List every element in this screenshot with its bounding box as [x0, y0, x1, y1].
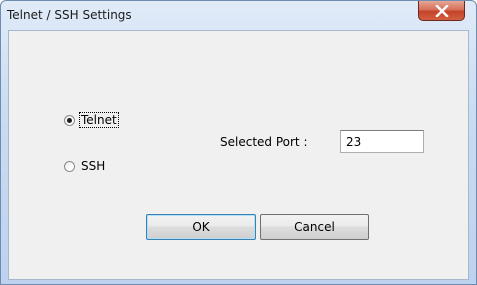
window-title: Telnet / SSH Settings [7, 8, 132, 22]
radio-telnet[interactable]: Telnet [64, 112, 119, 128]
radio-ssh-indicator[interactable] [64, 160, 75, 172]
radio-telnet-indicator[interactable] [64, 114, 75, 126]
settings-dialog-window: Telnet / SSH Settings Telnet SSH Selecte… [0, 0, 477, 285]
radio-telnet-label[interactable]: Telnet [79, 112, 119, 128]
selected-port-label: Selected Port : [220, 135, 308, 149]
ok-button[interactable]: OK [146, 214, 256, 240]
dialog-client-area: Telnet SSH Selected Port : OK Cancel [8, 30, 469, 280]
title-bar[interactable]: Telnet / SSH Settings [1, 1, 476, 31]
close-button[interactable] [418, 1, 465, 21]
close-x-icon [435, 5, 449, 17]
radio-ssh[interactable]: SSH [64, 158, 106, 174]
cancel-button[interactable]: Cancel [260, 214, 369, 240]
radio-ssh-label[interactable]: SSH [80, 159, 106, 173]
selected-port-input[interactable] [340, 130, 424, 153]
